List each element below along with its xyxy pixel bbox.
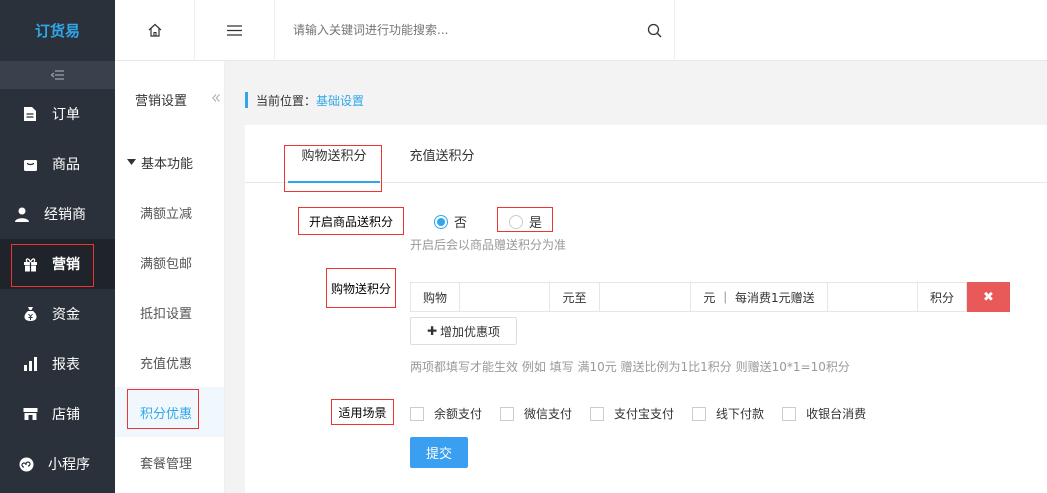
search-icon	[647, 23, 661, 37]
rule-to-label: 元至	[550, 282, 600, 312]
rule-label: 购物送积分	[326, 268, 396, 308]
highlight-box-yes	[497, 207, 553, 232]
scene-alipay-payment[interactable]: 支付宝支付	[590, 405, 674, 422]
home-button[interactable]	[115, 0, 195, 60]
document-icon	[22, 106, 38, 122]
breadcrumb-prefix: 当前位置：	[256, 93, 317, 108]
submenu-item-package-management[interactable]: 套餐管理	[115, 437, 224, 487]
checkbox-icon	[692, 406, 707, 421]
plus-icon: ✚	[426, 324, 438, 338]
rule-max-amount-input[interactable]	[600, 283, 690, 311]
highlight-box-tab	[284, 145, 382, 192]
radio-no[interactable]: 否	[434, 212, 467, 231]
rule-points-input-cell	[828, 282, 918, 312]
scene-label-text: 线下付款	[716, 407, 765, 421]
scene-cashier-consumption[interactable]: 收银台消费	[782, 405, 866, 422]
enable-points-label: 开启商品送积分	[298, 207, 404, 235]
scene-offline-payment[interactable]: 线下付款	[692, 405, 764, 422]
collapse-menu-icon	[50, 70, 64, 80]
submenu-collapse-button[interactable]	[208, 88, 224, 108]
breadcrumb: 当前位置： 基础设置	[245, 92, 364, 108]
add-discount-button[interactable]: ✚ 增加优惠项	[410, 317, 517, 345]
checkbox-icon	[500, 406, 515, 421]
rule-min-amount-input[interactable]	[460, 283, 549, 311]
shop-icon	[22, 406, 38, 422]
mini-program-icon	[18, 456, 34, 472]
search-input[interactable]	[275, 15, 634, 45]
top-header	[115, 0, 1047, 61]
submenu-item-full-reduction[interactable]: 满额立减	[115, 187, 224, 237]
money-bag-icon	[22, 306, 38, 322]
hamburger-menu-icon	[227, 24, 242, 36]
scene-label-text: 支付宝支付	[614, 407, 675, 421]
scene-label: 适用场景	[331, 399, 394, 425]
scene-balance-payment[interactable]: 余额支付	[410, 405, 482, 422]
rule-max-amount-input-cell	[600, 282, 691, 312]
scene-label-text: 收银台消费	[806, 407, 867, 421]
caret-down-icon	[127, 159, 136, 165]
sidebar-collapse-toggle[interactable]	[0, 61, 115, 89]
submit-button[interactable]: 提交	[410, 437, 468, 468]
sidebar-item-label: 经销商	[44, 207, 86, 223]
sidebar-item-mini-program[interactable]: 小程序	[0, 439, 115, 489]
radio-checked-icon	[434, 214, 448, 229]
points-rule-row: 购物 元至 元 ｜ 每消费1元赠送 积分 ✖	[410, 282, 1010, 312]
radio-no-label: 否	[454, 216, 468, 231]
sidebar-item-shop[interactable]: 店铺	[0, 389, 115, 439]
menu-button[interactable]	[195, 0, 275, 60]
submenu-item-deduction[interactable]: 抵扣设置	[115, 287, 224, 337]
sidebar-item-dealers[interactable]: 经销商	[0, 189, 115, 239]
rule-ratio-label: 元 ｜ 每消费1元赠送	[691, 282, 828, 312]
sidebar-item-reports[interactable]: 报表	[0, 339, 115, 389]
sidebar-item-label: 订单	[52, 107, 80, 123]
search-bar	[275, 0, 675, 60]
breadcrumb-current[interactable]: 基础设置	[316, 92, 364, 109]
add-discount-label: 增加优惠项	[440, 324, 501, 339]
sidebar-item-label: 店铺	[52, 407, 80, 423]
delete-rule-button[interactable]: ✖	[967, 282, 1010, 312]
sidebar-item-label: 报表	[52, 357, 80, 373]
main-panel: 购物送积分 充值送积分 开启商品送积分 否 是 开启后会以商品赠送积分为准 购物…	[245, 125, 1047, 493]
submenu-group-basic[interactable]: 基本功能	[115, 137, 224, 187]
checkbox-icon	[590, 406, 605, 421]
bag-icon	[22, 156, 38, 172]
checkbox-icon	[782, 406, 797, 421]
scene-wechat-payment[interactable]: 微信支付	[500, 405, 572, 422]
close-icon: ✖	[983, 289, 994, 305]
checkbox-icon	[410, 406, 424, 421]
submenu-item-recharge-discount[interactable]: 充值优惠	[115, 337, 224, 387]
scene-checkbox-group: 余额支付 微信支付 支付宝支付 线下付款 收银台消费	[410, 405, 884, 422]
person-icon	[14, 206, 30, 222]
scene-label-text: 微信支付	[524, 407, 573, 421]
submenu-group-label: 基本功能	[141, 156, 194, 172]
search-button[interactable]	[634, 23, 674, 38]
submenu-item-free-shipping[interactable]: 满额包邮	[115, 237, 224, 287]
sidebar-item-label: 商品	[52, 157, 80, 173]
app-logo[interactable]: 订货易	[0, 0, 115, 61]
rule-min-amount-input-cell	[460, 282, 550, 312]
enable-hint: 开启后会以商品赠送积分为准	[410, 238, 567, 252]
rule-hint: 两项都填写才能生效 例如 填写 满10元 赠送比例为1比1积分 则赠送10*1=…	[410, 360, 850, 374]
bar-chart-icon	[22, 356, 38, 372]
highlight-box-marketing	[11, 244, 94, 287]
home-icon	[148, 23, 161, 37]
double-chevron-left-icon	[212, 94, 220, 102]
highlight-box-points-discount	[127, 389, 199, 429]
rule-points-unit: 积分	[918, 282, 967, 312]
rule-prefix-label: 购物	[410, 282, 460, 312]
sidebar-item-label: 资金	[52, 307, 80, 323]
sidebar-item-orders[interactable]: 订单	[0, 89, 115, 139]
tab-recharge-points[interactable]: 充值送积分	[405, 145, 479, 183]
sidebar-item-products[interactable]: 商品	[0, 139, 115, 189]
rule-points-input[interactable]	[828, 283, 917, 311]
sidebar-item-funds[interactable]: 资金	[0, 289, 115, 339]
sidebar-item-label: 小程序	[48, 457, 90, 473]
scene-label-text: 余额支付	[434, 407, 483, 421]
